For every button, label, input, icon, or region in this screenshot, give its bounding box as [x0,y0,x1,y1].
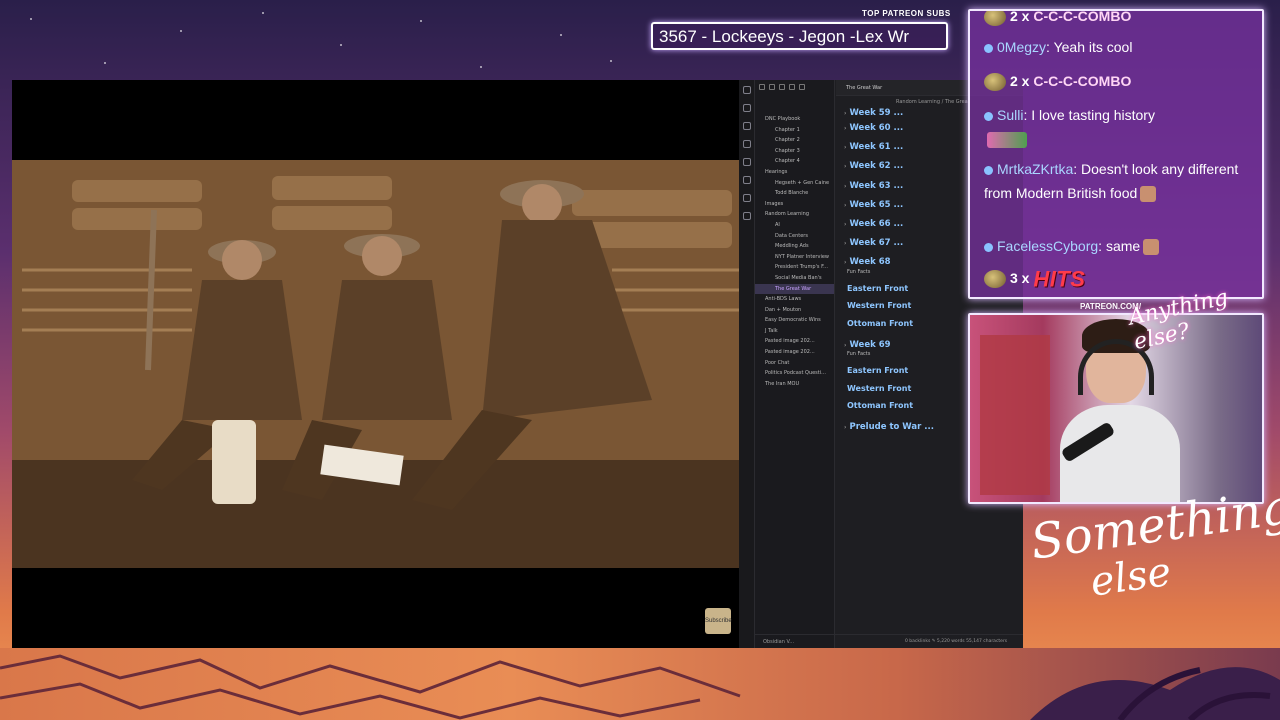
combo-emote-icon [984,73,1006,92]
user-badge-icon [984,43,993,53]
file-tree-item[interactable]: Pasted image 202... [755,347,834,358]
status-bar: Obsidian V... 0 backlinks ✎ 5,220 words … [755,634,1023,648]
combo-text: C-C-C-COMBO [1033,73,1132,89]
combo-count: 3 x [1010,270,1030,286]
file-tree-item[interactable]: Poor Chat [755,358,834,369]
file-tree-item[interactable]: Chapter 3 [755,146,834,157]
top-patreon-label: TOP PATREON SUBS [862,9,951,18]
file-tree-item[interactable]: Data Centers [755,231,834,242]
file-tree-item[interactable]: Hearings [755,167,834,178]
file-tree-item[interactable]: The Great War [755,283,834,295]
combo-emote-icon [984,270,1006,289]
shelf [980,335,1050,495]
command-icon[interactable] [743,194,751,202]
trench-photo [12,160,739,568]
background-crack-pattern [0,654,741,720]
chat-text: I love tasting history [1031,107,1155,123]
file-tree-item[interactable]: Dan + Mouton [755,305,834,316]
file-tree-item[interactable]: Social Media Ban's [755,273,834,284]
file-tree-item[interactable]: Hegseth + Gen Caine [755,178,834,189]
chat-username[interactable]: Sulli [997,107,1023,123]
user-badge-icon [984,242,993,252]
chat-username[interactable]: 0Megzy [997,39,1046,55]
calendar-icon[interactable] [743,158,751,166]
sort-icon[interactable] [779,84,785,90]
streamer [1060,319,1180,502]
file-tree-item[interactable]: NYT Platner Interview [755,252,834,263]
chat-panel: 2 x C-C-C-COMBO 0Megzy: Yeah its cool 2 … [968,9,1264,299]
chat-username[interactable]: FacelessCyborg [997,238,1098,254]
chat-message: Sulli: I love tasting history [984,103,1254,151]
chat-text: Yeah its cool [1053,39,1133,55]
chat-username[interactable]: MrtkaZKrtka [997,161,1073,177]
file-tree-item[interactable]: Meddling Ads [755,241,834,252]
chat-message: FacelessCyborg: same [984,234,1254,258]
new-folder-icon[interactable] [769,84,775,90]
graph-icon[interactable] [743,122,751,130]
user-badge-icon [984,165,993,175]
video-player[interactable]: Subscribe [12,80,739,648]
chat-message: MrtkaZKrtka: Doesn't look any different … [984,161,1239,203]
file-tree-item[interactable]: Pasted image 202... [755,336,834,347]
chat-message: 0Megzy: Yeah its cool [984,35,1254,59]
heading-western-front[interactable]: Western Front [844,297,1023,315]
webcam-feed [968,313,1264,504]
file-tree-item[interactable]: DNC Playbook [755,114,834,125]
new-note-icon[interactable] [759,84,765,90]
top-patreon-ticker: 3567 - Lockeeys - Jegon -Lex Wr [651,22,948,50]
chat-message: 2 x C-C-C-COMBO [984,9,1254,28]
obsidian-ribbon [739,80,755,648]
subscribe-badge[interactable]: Subscribe [705,608,732,634]
file-tree-item[interactable]: Chapter 4 [755,156,834,167]
status-text: 0 backlinks ✎ 5,220 words 55,147 charact… [905,639,1008,644]
palm-leaves-decoration [1030,667,1280,720]
combo-emote-icon [984,11,1006,27]
hits-text: HITS [1033,266,1086,292]
combo-text: C-C-C-COMBO [1033,9,1132,24]
file-tree-item[interactable]: AI [755,220,834,231]
template-icon[interactable] [743,176,751,184]
emote-icon [1140,186,1157,203]
combo-count: 2 x [1010,9,1030,24]
file-tree-item[interactable]: Images [755,199,834,210]
canvas-icon[interactable] [743,140,751,148]
vault-name[interactable]: Obsidian V... [763,639,835,645]
file-tree-item[interactable]: Chapter 1 [755,125,834,136]
file-tree-item[interactable]: Anti-BDS Laws [755,294,834,305]
close-icon[interactable] [799,84,805,90]
file-tree-item[interactable]: Easy Democratic Wins [755,315,834,326]
brand-logo: Something else [1027,479,1280,625]
publish-icon[interactable] [743,212,751,220]
file-tree-item[interactable]: Random Learning [755,209,834,220]
search-icon[interactable] [743,104,751,112]
file-tree-item[interactable]: Chapter 2 [755,135,834,146]
file-explorer: DNC Playbook Chapter 1 Chapter 2 Chapter 3C… [755,80,835,648]
chat-message: 2 x C-C-C-COMBO [984,69,1254,93]
emote-icon [1143,239,1160,256]
file-explorer-toolbar [755,80,834,96]
top-patreon-names: 3567 - Lockeeys - Jegon -Lex Wr [659,27,910,46]
user-badge-icon [984,111,993,121]
file-tree-item[interactable]: The Iran MOU [755,379,834,390]
combo-count: 2 x [1010,73,1030,89]
files-icon[interactable] [743,86,751,94]
emote-icon [987,132,1027,149]
file-tree-item[interactable]: J Talk [755,326,834,337]
file-tree-item[interactable]: Politics Podcast Questi... [755,368,834,379]
chat-text: same [1105,238,1141,254]
file-tree-item[interactable]: President Trump's F... [755,262,834,273]
collapse-icon[interactable] [789,84,795,90]
file-tree-item[interactable]: Todd Blanche [755,188,834,199]
file-tree: DNC Playbook Chapter 1 Chapter 2 Chapter 3C… [755,96,834,389]
